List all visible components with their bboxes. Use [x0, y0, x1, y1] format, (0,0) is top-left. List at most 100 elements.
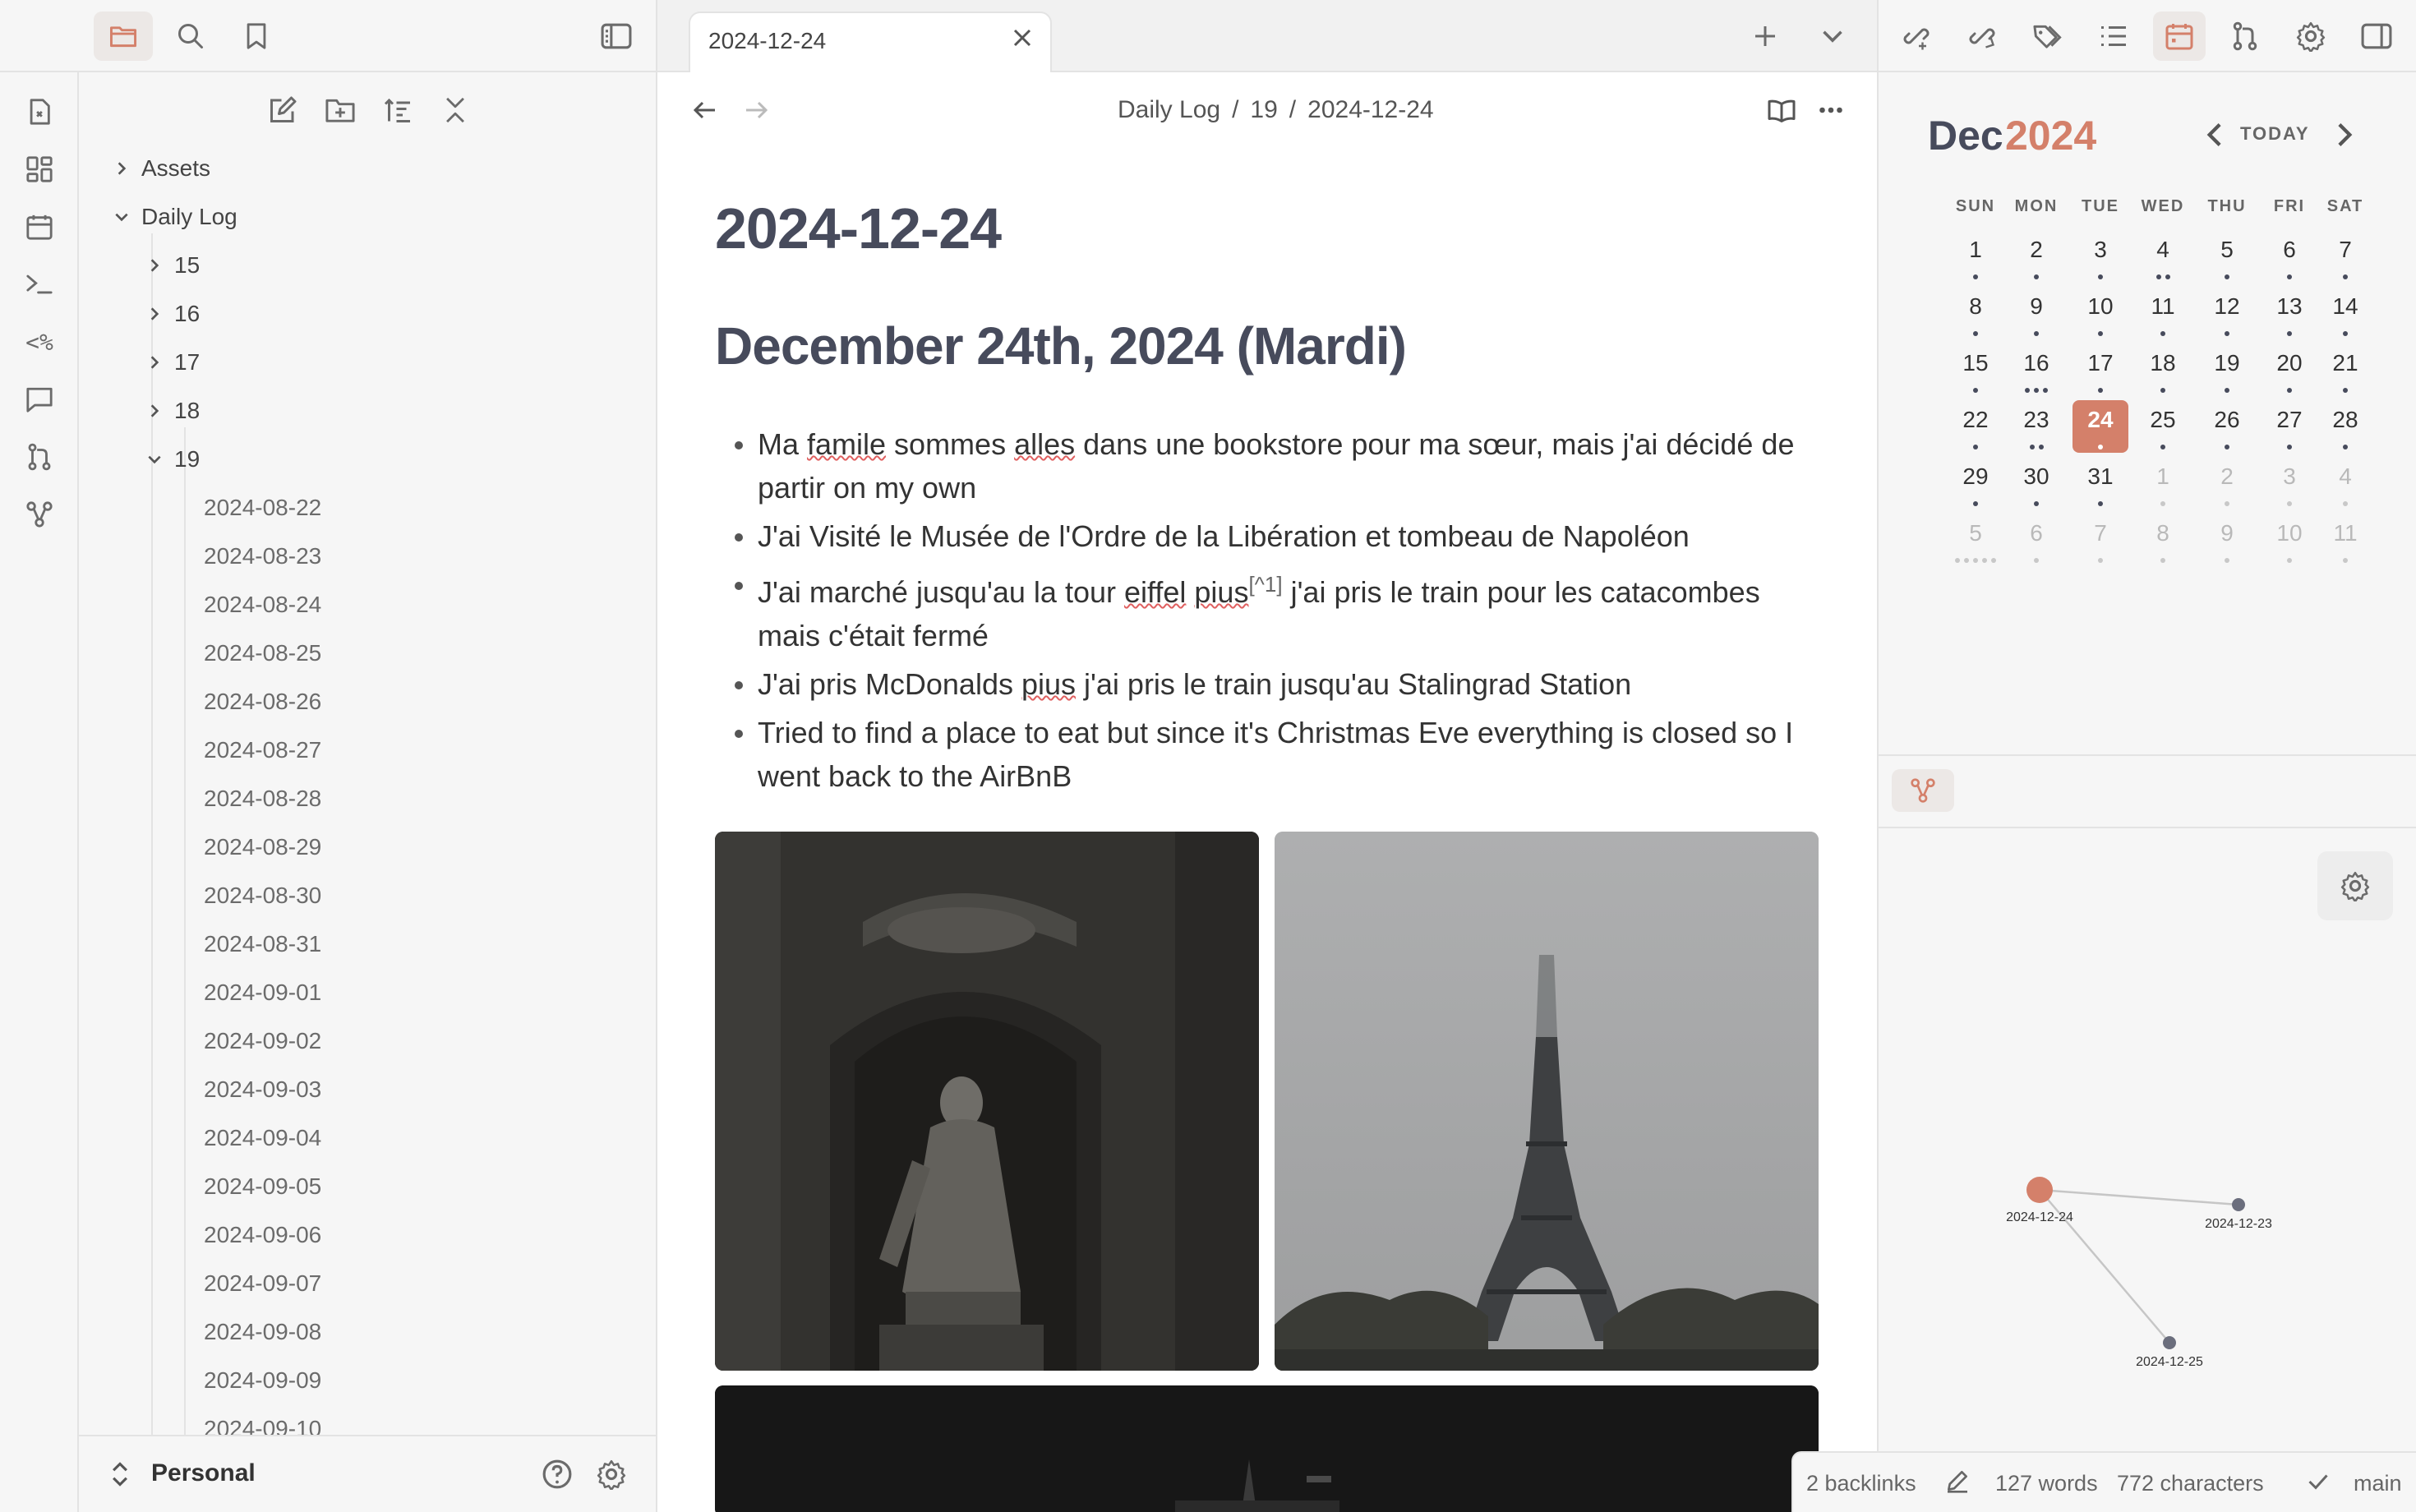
- calendar-day[interactable]: 10: [2073, 287, 2128, 339]
- folder-icon[interactable]: [94, 12, 153, 61]
- calendar-day[interactable]: 17: [2073, 343, 2128, 396]
- git-icon[interactable]: [20, 437, 59, 477]
- calendar-day[interactable]: 1: [1948, 230, 2003, 283]
- folder-19[interactable]: 19: [138, 439, 200, 480]
- calendar-day[interactable]: 3: [2073, 230, 2128, 283]
- file-item[interactable]: 2024-09-08: [204, 1311, 321, 1353]
- calendar-day[interactable]: 15: [1948, 343, 2003, 396]
- tab-list-chevron-icon[interactable]: [1811, 16, 1854, 56]
- photo-eiffel-tower[interactable]: [1275, 832, 1819, 1371]
- git-source-control-icon[interactable]: [2219, 12, 2271, 61]
- chevron-right-icon[interactable]: [2329, 118, 2362, 151]
- folder-assets[interactable]: Assets: [105, 148, 210, 189]
- file-item[interactable]: 2024-09-05: [204, 1166, 321, 1207]
- file-item[interactable]: 2024-08-31: [204, 924, 321, 965]
- file-item[interactable]: 2024-09-01: [204, 972, 321, 1013]
- file-item[interactable]: 2024-08-29: [204, 827, 321, 868]
- sidebar-toggle-icon[interactable]: [587, 12, 646, 61]
- calendar-icon[interactable]: [2153, 12, 2206, 61]
- file-item[interactable]: 2024-09-09: [204, 1360, 321, 1401]
- graph-node[interactable]: [2163, 1336, 2176, 1349]
- calendar-day[interactable]: 7: [2317, 230, 2373, 283]
- calendar-day[interactable]: 10: [2262, 514, 2317, 566]
- vault-name[interactable]: Personal: [151, 1459, 256, 1487]
- file-item[interactable]: 2024-08-23: [204, 536, 321, 577]
- calendar-day[interactable]: 12: [2199, 287, 2255, 339]
- file-item[interactable]: 2024-09-03: [204, 1069, 321, 1110]
- calendar-day[interactable]: 18: [2135, 343, 2191, 396]
- calendar-day[interactable]: 13: [2262, 287, 2317, 339]
- file-item[interactable]: 2024-09-04: [204, 1118, 321, 1159]
- open-note-icon[interactable]: [20, 92, 59, 131]
- calendar-day[interactable]: 21: [2317, 343, 2373, 396]
- folder-daily-log[interactable]: Daily Log: [105, 196, 237, 237]
- bookmark-icon[interactable]: [227, 12, 286, 61]
- new-note-icon[interactable]: [260, 87, 306, 133]
- chevron-up-down-icon[interactable]: [105, 1459, 135, 1489]
- calendar-day[interactable]: 5: [1948, 514, 2003, 566]
- file-item[interactable]: 2024-08-27: [204, 730, 321, 771]
- note-title[interactable]: 2024-12-24: [715, 196, 1002, 261]
- folder-17[interactable]: 17: [138, 342, 200, 383]
- reading-view-icon[interactable]: [1760, 89, 1803, 131]
- calendar-day[interactable]: 28: [2317, 400, 2373, 453]
- calendar-day-today[interactable]: 24: [2073, 400, 2128, 453]
- calendar-day[interactable]: 7: [2073, 514, 2128, 566]
- list-item[interactable]: Ma famile sommes alles dans une bookstor…: [731, 422, 1816, 509]
- close-icon[interactable]: [1007, 23, 1037, 53]
- local-graph-icon[interactable]: [1892, 769, 1954, 812]
- list-item[interactable]: J'ai marché jusqu'au la tour eiffel pius…: [731, 563, 1816, 657]
- graph-icon[interactable]: [20, 495, 59, 534]
- right-sidebar-toggle-icon[interactable]: [2350, 12, 2403, 61]
- breadcrumb-item[interactable]: 19: [1250, 96, 1277, 124]
- chevron-left-icon[interactable]: [2197, 118, 2230, 151]
- calendar-day[interactable]: 11: [2135, 287, 2191, 339]
- calendar-day[interactable]: 16: [2008, 343, 2064, 396]
- settings-icon[interactable]: [2285, 12, 2337, 61]
- outgoing-links-icon[interactable]: [1956, 12, 2008, 61]
- help-icon[interactable]: [539, 1456, 575, 1492]
- git-branch[interactable]: main: [2354, 1471, 2402, 1496]
- calendar-day[interactable]: 9: [2199, 514, 2255, 566]
- calendar-day[interactable]: 14: [2317, 287, 2373, 339]
- calendar-day[interactable]: 19: [2199, 343, 2255, 396]
- breadcrumb-item[interactable]: Daily Log: [1118, 96, 1220, 124]
- breadcrumb-item[interactable]: 2024-12-24: [1307, 96, 1433, 124]
- calendar-day[interactable]: 5: [2199, 230, 2255, 283]
- list-item[interactable]: J'ai Visité le Musée de l'Ordre de la Li…: [731, 514, 1816, 558]
- photo-night[interactable]: [715, 1385, 1819, 1512]
- folder-16[interactable]: 16: [138, 293, 200, 334]
- sort-icon[interactable]: [375, 87, 421, 133]
- calendar-day[interactable]: 8: [2135, 514, 2191, 566]
- file-item[interactable]: 2024-08-25: [204, 633, 321, 674]
- chat-icon[interactable]: [20, 380, 59, 419]
- calendar-day[interactable]: 1: [2135, 457, 2191, 509]
- graph-node[interactable]: [2232, 1198, 2245, 1211]
- backlinks-count[interactable]: 2 backlinks: [1806, 1471, 1916, 1496]
- collapse-all-icon[interactable]: [432, 87, 478, 133]
- arrow-right-icon[interactable]: [735, 89, 777, 131]
- calendar-day[interactable]: 9: [2008, 287, 2064, 339]
- calendar-day[interactable]: 26: [2199, 400, 2255, 453]
- search-icon[interactable]: [161, 12, 220, 61]
- file-item[interactable]: 2024-08-26: [204, 681, 321, 722]
- daily-note-icon[interactable]: [20, 207, 59, 247]
- list-item[interactable]: J'ai pris McDonalds pius j'ai pris le tr…: [731, 662, 1816, 706]
- new-folder-icon[interactable]: [317, 87, 363, 133]
- more-options-icon[interactable]: [1810, 89, 1852, 131]
- calendar-day[interactable]: 4: [2135, 230, 2191, 283]
- tab-active[interactable]: 2024-12-24: [689, 12, 1052, 74]
- calendar-day[interactable]: 31: [2073, 457, 2128, 509]
- calendar-day[interactable]: 8: [1948, 287, 2003, 339]
- local-graph[interactable]: 2024-12-24 2024-12-23 2024-12-25: [1879, 828, 2416, 1512]
- arrow-left-icon[interactable]: [684, 89, 726, 131]
- calendar-day[interactable]: 30: [2008, 457, 2064, 509]
- templater-icon[interactable]: <%: [20, 322, 59, 362]
- note-heading[interactable]: December 24th, 2024 (Mardi): [715, 316, 1407, 376]
- calendar-day[interactable]: 22: [1948, 400, 2003, 453]
- backlinks-icon[interactable]: [1890, 12, 1943, 61]
- check-icon[interactable]: [2306, 1469, 2332, 1496]
- tags-icon[interactable]: [2022, 12, 2074, 61]
- calendar-day[interactable]: 4: [2317, 457, 2373, 509]
- file-item[interactable]: 2024-08-22: [204, 487, 321, 528]
